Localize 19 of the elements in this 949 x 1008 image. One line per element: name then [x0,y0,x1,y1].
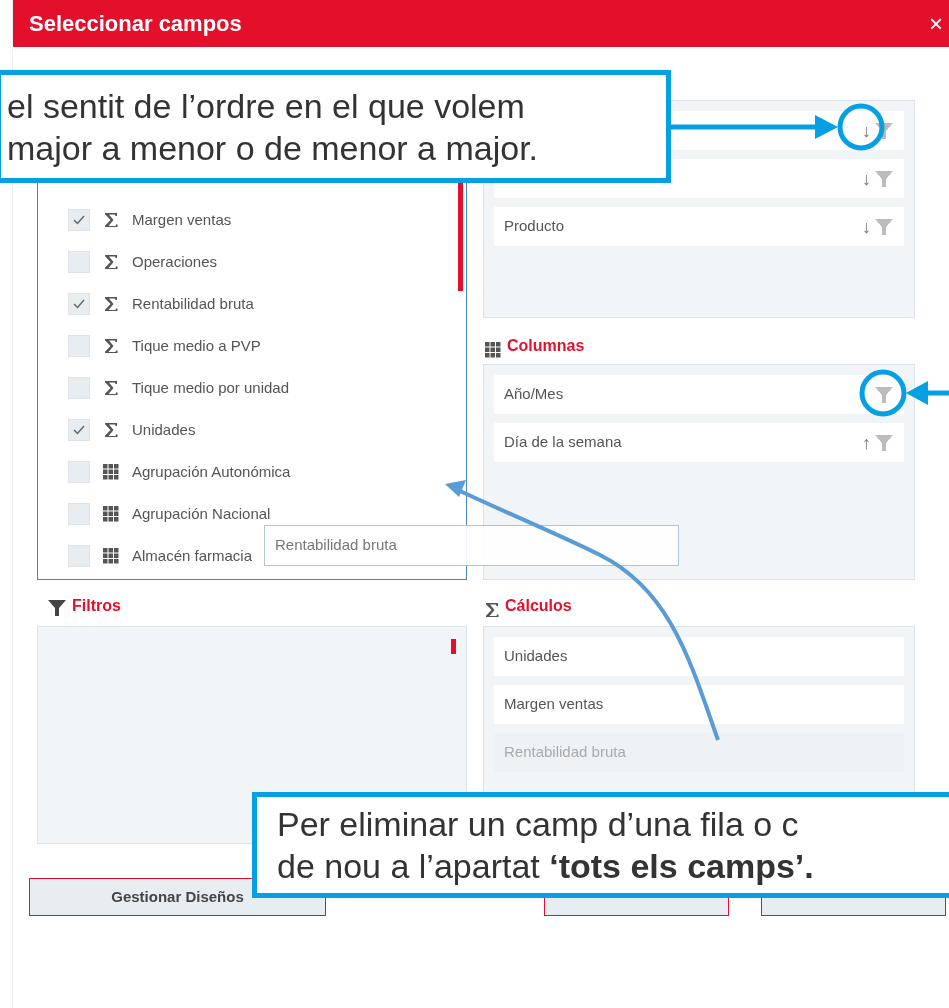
field-label: Almacén farmacia [132,545,253,566]
drag-tooltip: Rentabilidad bruta [264,525,679,566]
field-label: Operaciones [132,251,218,272]
section-heading: Filtros [72,596,121,616]
field-label: Unidades [132,419,196,440]
window-title: Seleccionar campos [29,10,242,38]
field-label: Rentabilidad bruta [132,293,254,314]
field-label: Tique medio por unidad [132,377,290,398]
field-label: Día de la semana [504,432,623,453]
callout-text: el sentit de l’ordre en el que volem [7,85,526,127]
callout-text: Per eliminar un camp d’una fila o c [277,804,800,845]
field-label: Margen ventas [132,209,232,230]
section-heading: Cálculos [505,596,572,616]
section-heading: Columnas [507,336,585,356]
field-label: Año/Mes [504,384,565,405]
field-label: Tique medio a PVP [132,335,261,356]
field-label: Agrupación Autonómica [132,461,291,482]
field-label: Agrupación Nacional [132,503,271,524]
field-label: Producto [504,216,566,237]
